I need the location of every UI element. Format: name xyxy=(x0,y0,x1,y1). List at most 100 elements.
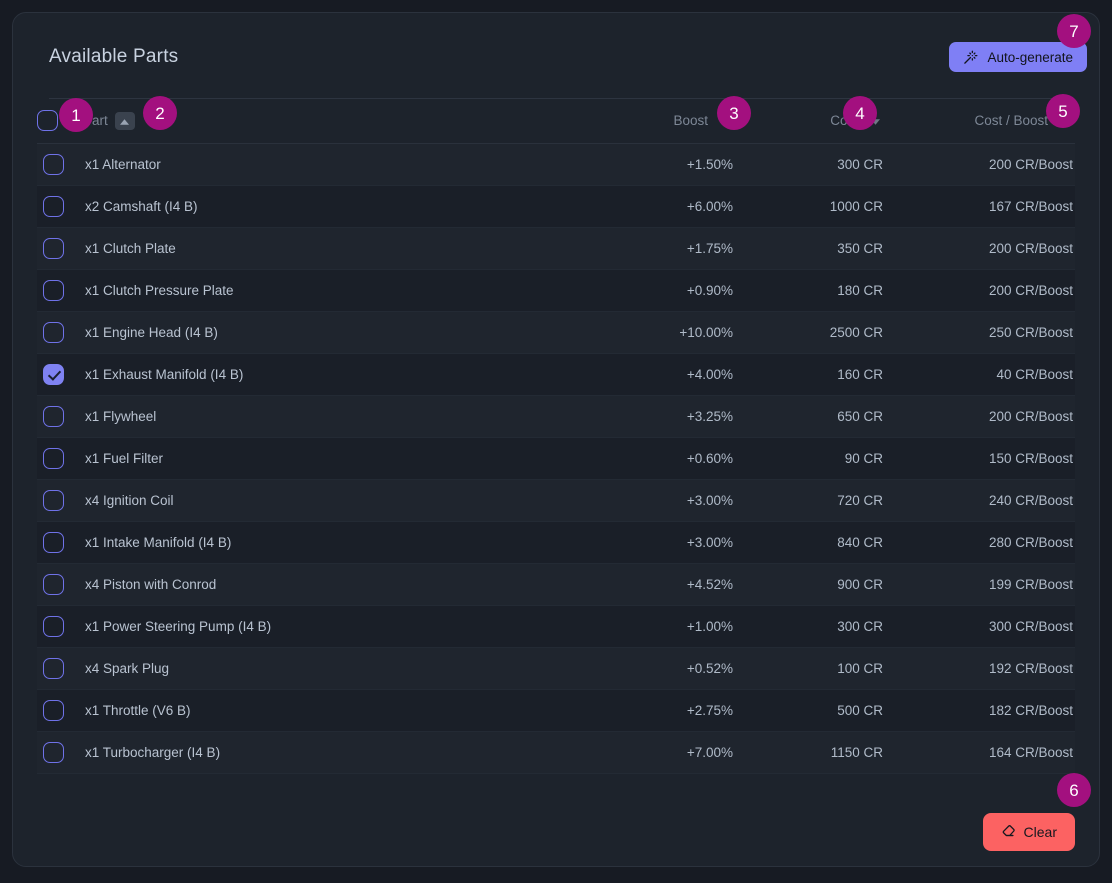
row-select-cell[interactable] xyxy=(37,227,83,270)
row-select-cell[interactable] xyxy=(37,563,83,606)
table-header: Part Boost Cost Cost / Boost xyxy=(37,99,1075,144)
cost-value: 300 CR xyxy=(735,143,885,186)
clear-button[interactable]: Clear xyxy=(982,813,1075,851)
cost-value: 1150 CR xyxy=(735,731,885,774)
row-checkbox[interactable] xyxy=(43,531,64,553)
cost-value: 500 CR xyxy=(735,689,885,732)
available-parts-panel: Available Parts Auto-generate Part Boost… xyxy=(12,12,1100,867)
caret-down-icon xyxy=(720,113,730,128)
cost-value: 650 CR xyxy=(735,395,885,438)
row-checkbox[interactable] xyxy=(43,405,64,427)
part-name: x1 Engine Head (I4 B) xyxy=(83,311,565,354)
cost-value: 720 CR xyxy=(735,479,885,522)
boost-value: +3.00% xyxy=(565,479,735,522)
table-row[interactable]: x1 Throttle (V6 B) +2.75% 500 CR 182 CR/Boo… xyxy=(37,689,1075,732)
caret-up-icon xyxy=(120,113,130,128)
boost-value: +1.00% xyxy=(565,605,735,648)
table-row[interactable]: x1 Fuel Filter +0.60% 90 CR 150 CR/Boost xyxy=(37,437,1075,480)
row-checkbox[interactable] xyxy=(43,321,64,343)
boost-value: +0.90% xyxy=(565,269,735,312)
column-header-boost: Boost xyxy=(565,99,735,144)
row-checkbox[interactable] xyxy=(43,447,64,469)
part-name: x4 Ignition Coil xyxy=(83,479,565,522)
column-header-cost: Cost xyxy=(735,99,885,144)
row-select-cell[interactable] xyxy=(37,479,83,522)
boost-value: +7.00% xyxy=(565,731,735,774)
part-name: x1 Clutch Plate xyxy=(83,227,565,270)
boost-value: +1.50% xyxy=(565,143,735,186)
part-name: x1 Flywheel xyxy=(83,395,565,438)
row-checkbox[interactable] xyxy=(43,573,64,595)
column-label-cost: Cost xyxy=(830,113,858,129)
row-select-cell[interactable] xyxy=(37,395,83,438)
row-select-cell[interactable] xyxy=(37,269,83,312)
cost-per-boost-value: 200 CR/Boost xyxy=(885,269,1075,312)
table-row[interactable]: x1 Clutch Plate +1.75% 350 CR 200 CR/Boost xyxy=(37,227,1075,270)
parts-table: Part Boost Cost Cost / Boost x1 Alternat… xyxy=(37,99,1075,774)
select-all-checkbox[interactable] xyxy=(37,110,58,132)
row-select-cell[interactable] xyxy=(37,521,83,564)
cost-value: 900 CR xyxy=(735,563,885,606)
column-header-select xyxy=(37,99,83,144)
table-row[interactable]: x4 Spark Plug +0.52% 100 CR 192 CR/Boost xyxy=(37,647,1075,690)
row-checkbox[interactable] xyxy=(43,153,64,175)
table-row[interactable]: x1 Flywheel +3.25% 650 CR 200 CR/Boost xyxy=(37,395,1075,438)
auto-generate-label: Auto-generate xyxy=(987,49,1073,65)
cost-value: 90 CR xyxy=(735,437,885,480)
cost-value: 100 CR xyxy=(735,647,885,690)
table-row[interactable]: x1 Exhaust Manifold (I4 B) +4.00% 160 CR 40… xyxy=(37,353,1075,396)
table-row[interactable]: x1 Alternator +1.50% 300 CR 200 CR/Boost xyxy=(37,143,1075,186)
sort-cost-button[interactable] xyxy=(865,112,885,130)
table-body: x1 Alternator +1.50% 300 CR 200 CR/Boost x2 … xyxy=(37,143,1075,774)
caret-down-icon xyxy=(1060,113,1070,128)
row-select-cell[interactable] xyxy=(37,731,83,774)
cost-value: 1000 CR xyxy=(735,185,885,228)
cost-per-boost-value: 182 CR/Boost xyxy=(885,689,1075,732)
part-name: x4 Piston with Conrod xyxy=(83,563,565,606)
auto-generate-button[interactable]: Auto-generate xyxy=(949,42,1087,72)
table-row[interactable]: x1 Clutch Pressure Plate +0.90% 180 CR 200 … xyxy=(37,269,1075,312)
sort-ratio-button[interactable] xyxy=(1055,112,1075,130)
row-select-cell[interactable] xyxy=(37,311,83,354)
table-header-row: Part Boost Cost Cost / Boost xyxy=(37,99,1075,144)
row-select-cell[interactable] xyxy=(37,605,83,648)
row-select-cell[interactable] xyxy=(37,143,83,186)
row-checkbox[interactable] xyxy=(43,489,64,511)
part-name: x1 Intake Manifold (I4 B) xyxy=(83,521,565,564)
sort-boost-button[interactable] xyxy=(715,112,735,130)
table-row[interactable]: x1 Power Steering Pump (I4 B) +1.00% 300 C… xyxy=(37,605,1075,648)
table-row[interactable]: x1 Engine Head (I4 B) +10.00% 2500 CR 250 C… xyxy=(37,311,1075,354)
row-select-cell[interactable] xyxy=(37,647,83,690)
magic-wand-icon xyxy=(963,50,978,65)
table-row[interactable]: x1 Intake Manifold (I4 B) +3.00% 840 CR 280… xyxy=(37,521,1075,564)
table-row[interactable]: x4 Piston with Conrod +4.52% 900 CR 199 CR/… xyxy=(37,563,1075,606)
part-name: x1 Power Steering Pump (I4 B) xyxy=(83,605,565,648)
row-checkbox[interactable] xyxy=(43,699,64,721)
table-row[interactable]: x2 Camshaft (I4 B) +6.00% 1000 CR 167 CR/Bo… xyxy=(37,185,1075,228)
boost-value: +6.00% xyxy=(565,185,735,228)
part-name: x2 Camshaft (I4 B) xyxy=(83,185,565,228)
part-name: x1 Alternator xyxy=(83,143,565,186)
row-select-cell[interactable] xyxy=(37,689,83,732)
row-checkbox[interactable] xyxy=(43,237,64,259)
caret-down-icon xyxy=(870,113,880,128)
cost-value: 160 CR xyxy=(735,353,885,396)
row-checkbox[interactable] xyxy=(43,363,64,385)
row-select-cell[interactable] xyxy=(37,185,83,228)
row-checkbox[interactable] xyxy=(43,279,64,301)
boost-value: +3.00% xyxy=(565,521,735,564)
cost-per-boost-value: 40 CR/Boost xyxy=(885,353,1075,396)
row-select-cell[interactable] xyxy=(37,353,83,396)
cost-per-boost-value: 300 CR/Boost xyxy=(885,605,1075,648)
boost-value: +0.52% xyxy=(565,647,735,690)
cost-value: 2500 CR xyxy=(735,311,885,354)
row-checkbox[interactable] xyxy=(43,615,64,637)
row-checkbox[interactable] xyxy=(43,741,64,763)
cost-per-boost-value: 200 CR/Boost xyxy=(885,227,1075,270)
table-row[interactable]: x4 Ignition Coil +3.00% 720 CR 240 CR/Boost xyxy=(37,479,1075,522)
table-row[interactable]: x1 Turbocharger (I4 B) +7.00% 1150 CR 164 C… xyxy=(37,731,1075,774)
row-checkbox[interactable] xyxy=(43,195,64,217)
sort-part-button[interactable] xyxy=(114,111,135,130)
row-select-cell[interactable] xyxy=(37,437,83,480)
row-checkbox[interactable] xyxy=(43,657,64,679)
